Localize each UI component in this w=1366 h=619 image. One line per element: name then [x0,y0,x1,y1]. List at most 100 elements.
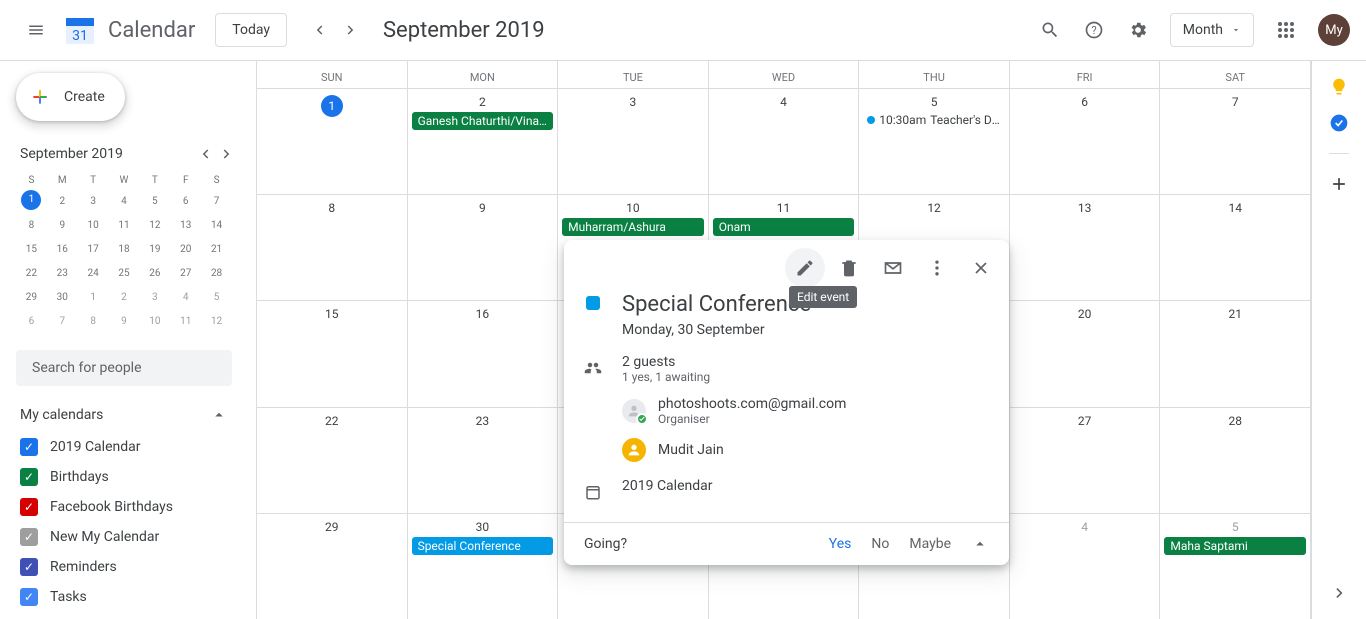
add-panel-button[interactable] [1329,174,1349,194]
day-cell[interactable]: 3 [558,89,709,194]
calendar-item[interactable]: ✓Reminders [20,552,236,582]
mini-day-cell[interactable]: 18 [109,238,140,262]
create-button[interactable]: Create [16,73,125,121]
view-selector[interactable]: Month [1170,13,1254,47]
mini-next-button[interactable] [218,145,236,163]
day-cell[interactable]: 28 [1160,408,1311,513]
main-menu-button[interactable] [16,10,56,50]
mini-day-cell[interactable]: 10 [139,310,170,334]
mini-day-cell[interactable]: 8 [78,310,109,334]
day-cell[interactable]: 510:30amTeacher's Day [859,89,1010,194]
event-pill[interactable]: Ganesh Chaturthi/Vinayaka [412,112,554,130]
mini-day-cell[interactable]: 20 [170,238,201,262]
prev-month-button[interactable] [303,14,335,46]
account-avatar[interactable]: My [1318,14,1350,46]
day-cell[interactable]: 15 [257,301,408,406]
mini-day-cell[interactable]: 7 [201,190,232,214]
event-pill[interactable]: Muharram/Ashura [562,218,704,236]
my-calendars-toggle[interactable]: My calendars [20,402,236,428]
mini-day-cell[interactable]: 7 [47,310,78,334]
day-cell[interactable]: 20 [1010,301,1161,406]
day-cell[interactable]: 2Ganesh Chaturthi/Vinayaka [408,89,559,194]
response-no-button[interactable]: No [871,536,889,552]
event-pill[interactable]: Onam [713,218,855,236]
mini-day-cell[interactable]: 29 [16,286,47,310]
calendar-item[interactable]: ✓Birthdays [20,462,236,492]
collapse-panel-button[interactable] [1330,583,1350,603]
mini-day-cell[interactable]: 12 [139,214,170,238]
mini-day-cell[interactable]: 5 [139,190,170,214]
mini-day-cell[interactable]: 27 [170,262,201,286]
day-cell[interactable]: 29 [257,514,408,619]
mini-day-cell[interactable]: 21 [201,238,232,262]
day-cell[interactable]: 7 [1160,89,1311,194]
edit-event-button[interactable] [785,248,825,288]
mini-day-cell[interactable]: 25 [109,262,140,286]
mini-day-cell[interactable]: 22 [16,262,47,286]
mini-day-cell[interactable]: 10 [78,214,109,238]
mini-day-cell[interactable]: 3 [139,286,170,310]
mini-day-cell[interactable]: 19 [139,238,170,262]
calendar-checkbox[interactable]: ✓ [20,468,38,486]
mini-day-cell[interactable]: 4 [109,190,140,214]
calendar-item[interactable]: ✓2019 Calendar [20,432,236,462]
close-popup-button[interactable] [961,248,1001,288]
event-pill[interactable]: Maha Saptami [1164,537,1306,555]
mini-day-cell[interactable]: 9 [47,214,78,238]
delete-event-button[interactable] [829,248,869,288]
calendar-item[interactable]: ✓Facebook Birthdays [20,492,236,522]
mini-day-cell[interactable]: 2 [109,286,140,310]
mini-day-cell[interactable]: 15 [16,238,47,262]
mini-day-cell[interactable]: 2 [47,190,78,214]
mini-day-cell[interactable]: 4 [170,286,201,310]
calendar-checkbox[interactable]: ✓ [20,498,38,516]
calendar-checkbox[interactable]: ✓ [20,438,38,456]
day-cell[interactable]: 1 [257,89,408,194]
settings-button[interactable] [1118,10,1158,50]
day-cell[interactable]: 30Special Conference [408,514,559,619]
day-cell[interactable]: 23 [408,408,559,513]
calendar-item[interactable]: ✓New My Calendar [20,522,236,552]
response-options-button[interactable] [971,535,989,553]
calendar-checkbox[interactable]: ✓ [20,558,38,576]
mini-prev-button[interactable] [196,145,214,163]
response-yes-button[interactable]: Yes [829,536,852,552]
mini-day-cell[interactable]: 9 [109,310,140,334]
today-button[interactable]: Today [215,13,287,47]
mini-day-cell[interactable]: 8 [16,214,47,238]
day-cell[interactable]: 16 [408,301,559,406]
day-cell[interactable]: 6 [1010,89,1161,194]
next-month-button[interactable] [335,14,367,46]
tasks-button[interactable] [1329,113,1349,133]
mini-day-cell[interactable]: 14 [201,214,232,238]
calendar-checkbox[interactable]: ✓ [20,528,38,546]
response-maybe-button[interactable]: Maybe [909,536,951,552]
keep-button[interactable] [1329,77,1349,97]
event-item[interactable]: 10:30amTeacher's Day [861,111,1007,129]
event-options-button[interactable] [917,248,957,288]
event-pill[interactable]: Special Conference [412,537,554,555]
day-cell[interactable]: 4 [709,89,860,194]
mini-day-cell[interactable]: 26 [139,262,170,286]
search-button[interactable] [1030,10,1070,50]
mini-day-cell[interactable]: 12 [201,310,232,334]
google-apps-button[interactable] [1266,10,1306,50]
day-cell[interactable]: 9 [408,195,559,300]
mini-day-cell[interactable]: 6 [16,310,47,334]
calendar-checkbox[interactable]: ✓ [20,588,38,606]
search-people-input[interactable]: Search for people [16,350,232,386]
mini-day-cell[interactable]: 16 [47,238,78,262]
mini-day-cell[interactable]: 1 [21,190,41,210]
email-guests-button[interactable] [873,248,913,288]
mini-day-cell[interactable]: 24 [78,262,109,286]
day-cell[interactable]: 21 [1160,301,1311,406]
mini-day-cell[interactable]: 3 [78,190,109,214]
day-cell[interactable]: 13 [1010,195,1161,300]
day-cell[interactable]: 22 [257,408,408,513]
day-cell[interactable]: 8 [257,195,408,300]
mini-day-cell[interactable]: 23 [47,262,78,286]
day-cell[interactable]: 4 [1010,514,1161,619]
day-cell[interactable]: 27 [1010,408,1161,513]
help-button[interactable]: ? [1074,10,1114,50]
day-cell[interactable]: 14 [1160,195,1311,300]
